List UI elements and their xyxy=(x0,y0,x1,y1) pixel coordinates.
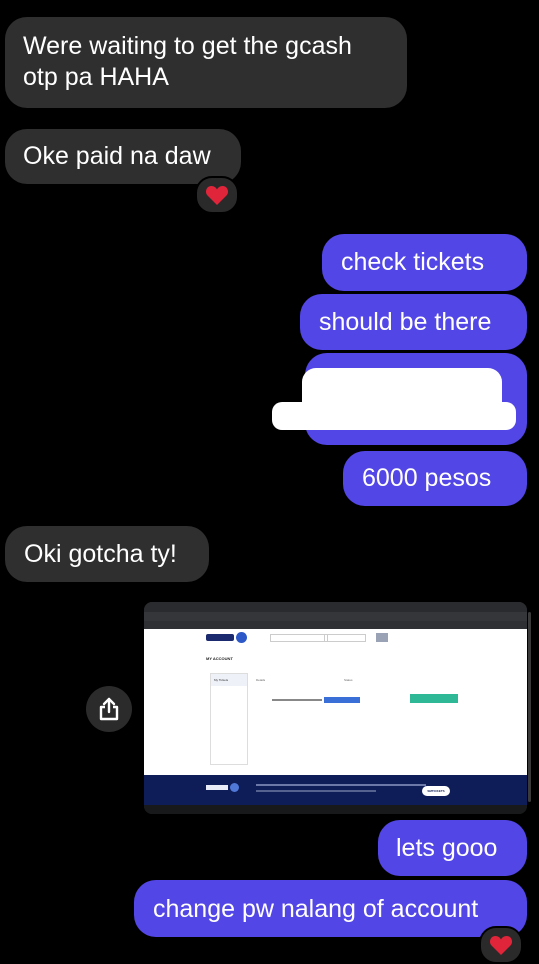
footer-logo-icon xyxy=(230,783,239,792)
footer-logo xyxy=(206,785,228,790)
message-text: Oke paid na daw xyxy=(23,142,211,170)
footer-links xyxy=(256,790,376,792)
scroll-indicator[interactable] xyxy=(528,612,531,802)
message-incoming-1[interactable]: Were waiting to get the gcash otp pa HAH… xyxy=(5,17,407,108)
redaction-mark xyxy=(272,402,516,430)
footer-links xyxy=(256,784,426,786)
browser-tab-bar xyxy=(144,602,527,612)
page-heading: MY ACCOUNT xyxy=(206,656,233,661)
column-header-details: Details xyxy=(256,678,266,682)
image-attachment[interactable]: MY ACCOUNT My Tickets Details Status SMT… xyxy=(144,602,527,814)
message-incoming-2[interactable]: Oke paid na daw xyxy=(5,129,241,184)
message-text: change pw nalang of account xyxy=(153,895,479,923)
message-text: 6000 pesos xyxy=(362,464,492,492)
message-text: check tickets xyxy=(341,248,485,276)
ticket-row-badge xyxy=(324,697,360,703)
site-search xyxy=(270,634,328,642)
site-search-button xyxy=(376,633,388,642)
message-text: Oki gotcha ty! xyxy=(24,540,177,568)
heart-icon xyxy=(489,936,513,955)
reaction-badge[interactable] xyxy=(195,176,239,214)
site-logo xyxy=(206,634,234,641)
message-outgoing-2[interactable]: should be there xyxy=(300,294,527,350)
browser-address-bar xyxy=(144,612,527,621)
share-button[interactable] xyxy=(86,686,132,732)
share-icon xyxy=(99,697,119,721)
message-outgoing-3[interactable]: 6000 pesos xyxy=(343,451,527,506)
ticket-row-action xyxy=(410,694,458,703)
column-header-status: Status xyxy=(344,678,353,682)
browser-bookmarks-bar xyxy=(144,621,527,629)
message-outgoing-1[interactable]: check tickets xyxy=(322,234,527,291)
site-logo-icon xyxy=(236,632,247,643)
taskbar xyxy=(144,805,527,814)
message-text: should be there xyxy=(319,308,492,336)
sidebar-item-my-tickets: My Tickets xyxy=(211,674,247,686)
account-sidebar: My Tickets xyxy=(210,673,248,765)
message-incoming-3[interactable]: Oki gotcha ty! xyxy=(5,526,209,582)
message-text-line-2: otp pa HAHA xyxy=(23,63,169,91)
heart-icon xyxy=(205,186,229,205)
site-footer: SMTICKETS xyxy=(144,775,527,805)
web-page: MY ACCOUNT My Tickets Details Status xyxy=(144,629,527,775)
message-outgoing-4[interactable]: lets gooo xyxy=(378,820,527,876)
site-filter xyxy=(324,634,366,642)
footer-badge: SMTICKETS xyxy=(422,786,450,796)
ticket-row-text xyxy=(272,699,322,701)
message-text-line-1: Were waiting to get the gcash xyxy=(23,32,352,60)
reaction-badge[interactable] xyxy=(479,926,523,964)
message-text: lets gooo xyxy=(396,834,498,862)
message-outgoing-5[interactable]: change pw nalang of account xyxy=(134,880,527,937)
